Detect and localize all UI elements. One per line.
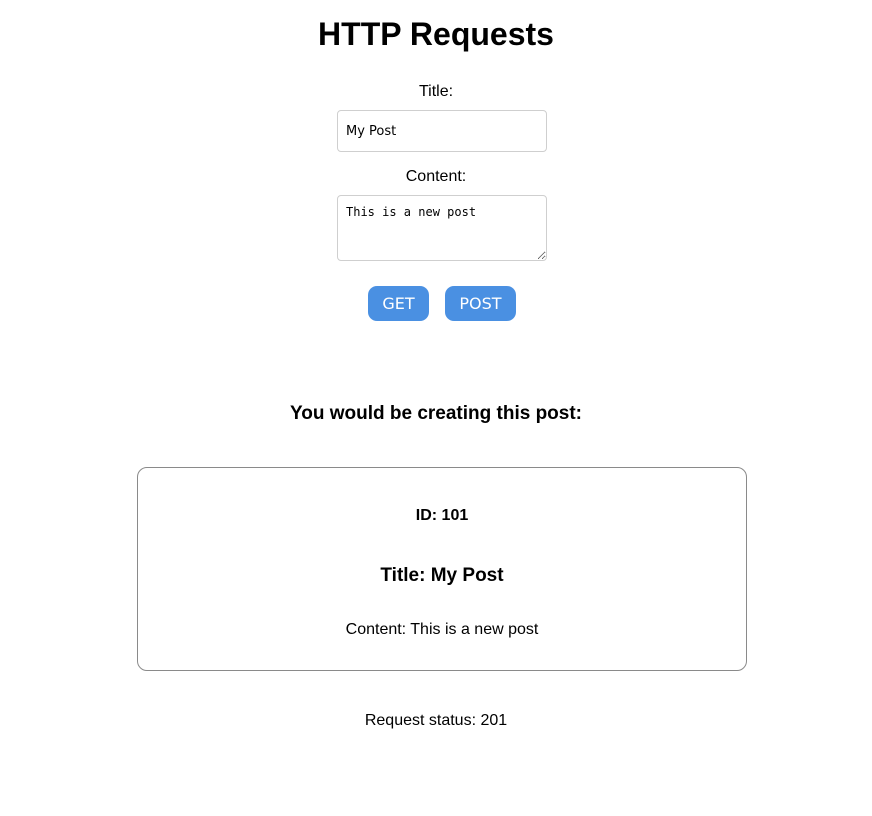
request-status: Request status: 201 bbox=[364, 712, 508, 729]
page-title: HTTP Requests bbox=[318, 16, 554, 52]
page: HTTP Requests Title: Content: This is a … bbox=[0, 0, 872, 816]
get-button[interactable]: GET bbox=[368, 286, 429, 321]
title-input[interactable] bbox=[337, 110, 547, 152]
preview-heading: You would be creating this post: bbox=[289, 403, 583, 424]
post-button[interactable]: POST bbox=[445, 286, 516, 321]
title-label: Title: bbox=[418, 83, 454, 100]
post-content: Content: This is a new post bbox=[345, 621, 539, 638]
content-textarea[interactable]: This is a new post bbox=[337, 195, 547, 261]
content-label: Content: bbox=[405, 168, 467, 185]
post-preview-card: ID: 101 Title: My Post Content: This is … bbox=[137, 467, 747, 671]
post-title: Title: My Post bbox=[380, 565, 504, 586]
post-id: ID: 101 bbox=[415, 507, 469, 524]
